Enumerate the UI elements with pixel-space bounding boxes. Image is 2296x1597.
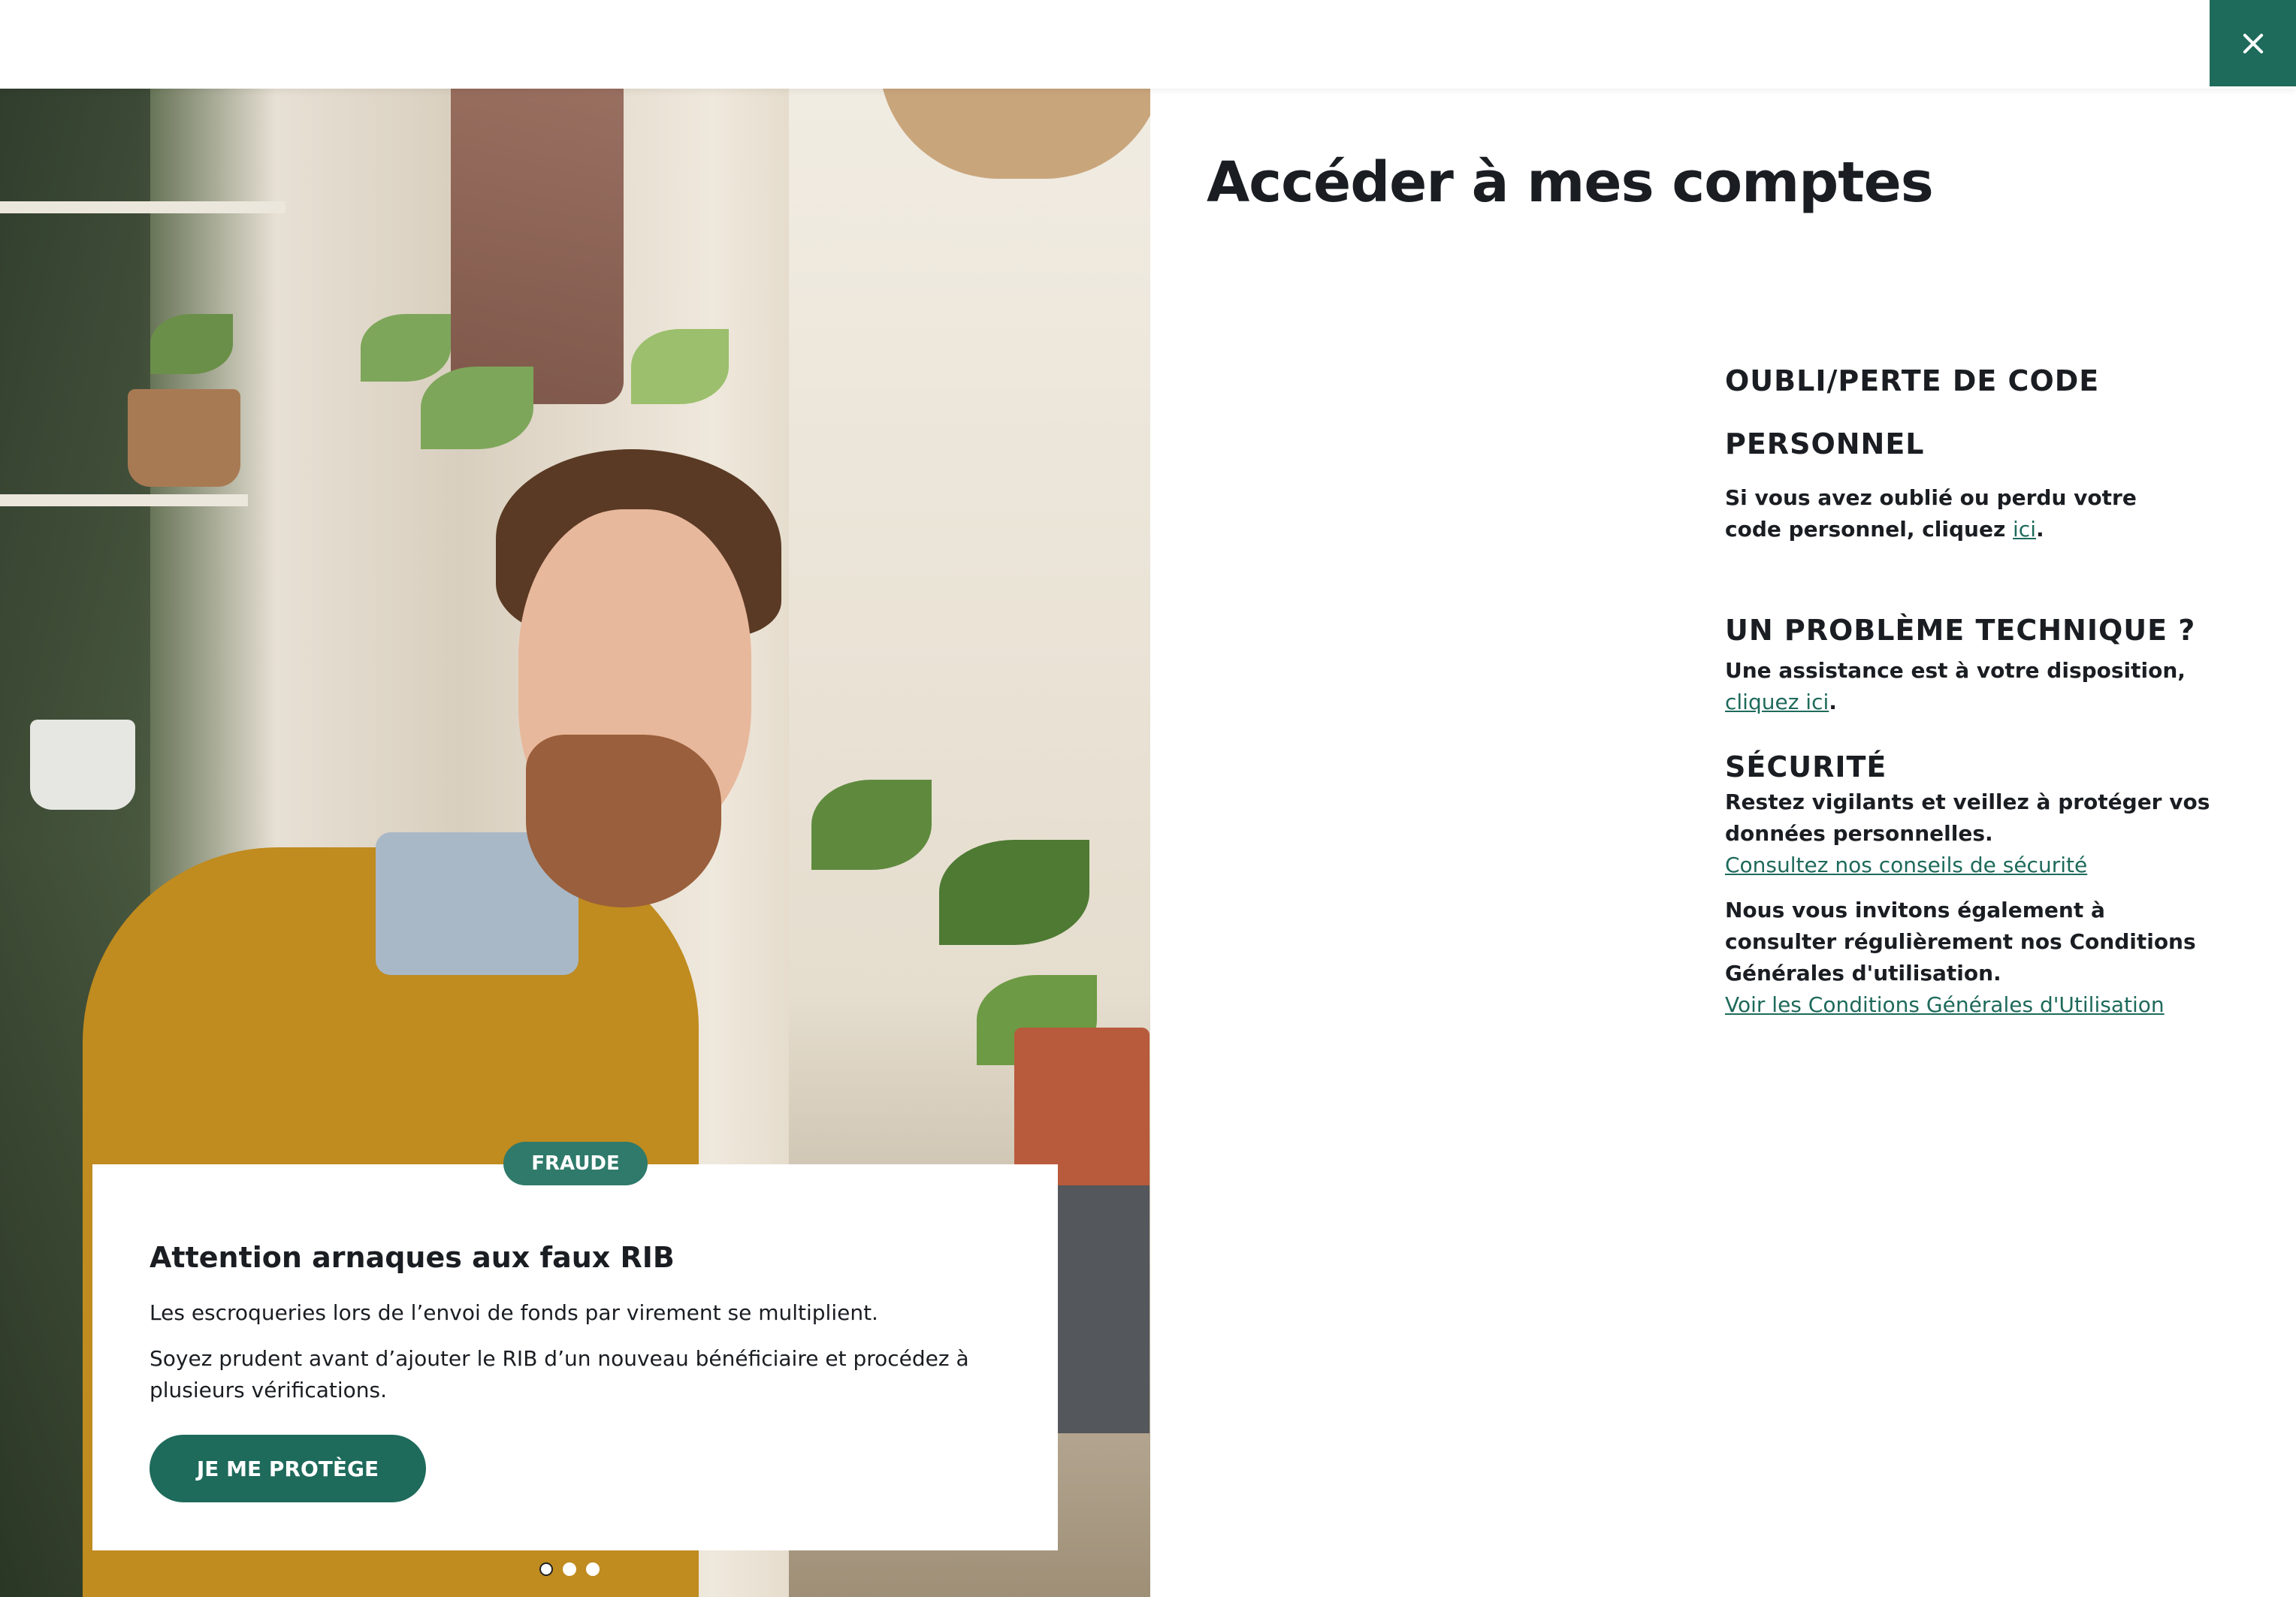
promo-card: Attention arnaques aux faux RIB Les escr… — [92, 1164, 1058, 1550]
promo-title: Attention arnaques aux faux RIB — [150, 1241, 675, 1274]
lost-code-title-2: PERSONNEL — [1725, 427, 1925, 460]
macrame-decoration — [451, 89, 624, 404]
lost-code-section: OUBLI/PERTE DE CODE PERSONNEL Si vous av… — [1725, 361, 2266, 545]
tech-link[interactable]: cliquez ici — [1725, 690, 1829, 714]
protect-button[interactable]: JE ME PROTÈGE — [150, 1435, 426, 1502]
security-section: SÉCURITÉ Restez vigilants et veillez à p… — [1725, 747, 2266, 1021]
page-title: Accéder à mes comptes — [1207, 150, 1934, 215]
promo-text-2: Soyez prudent avant d’ajouter le RIB d’u… — [150, 1346, 969, 1402]
lost-code-link[interactable]: ici — [2013, 517, 2036, 542]
carousel-dot-1[interactable] — [539, 1562, 553, 1576]
promo-text-1: Les escroqueries lors de l’envoi de fond… — [150, 1300, 878, 1325]
security-text-2: Nous vous invitons également à consulter… — [1725, 898, 2196, 986]
carousel-dot-3[interactable] — [586, 1562, 600, 1576]
security-advice-link[interactable]: Consultez nos conseils de sécurité — [1725, 850, 2266, 881]
terms-link[interactable]: Voir les Conditions Générales d'Utilisat… — [1725, 989, 2266, 1021]
category-badge: FRAUDE — [503, 1142, 648, 1185]
close-icon — [2243, 33, 2263, 53]
carousel-dot-2[interactable] — [563, 1562, 576, 1576]
tech-title: UN PROBLÈME TECHNIQUE ? — [1725, 614, 2196, 647]
security-text-1: Restez vigilants et veillez à protéger v… — [1725, 789, 2210, 846]
close-button[interactable] — [2210, 0, 2296, 86]
lost-code-title-1: OUBLI/PERTE DE CODE — [1725, 364, 2100, 397]
tech-text: Une assistance est à votre disposition, — [1725, 658, 2186, 683]
carousel-dots — [539, 1562, 600, 1576]
security-title: SÉCURITÉ — [1725, 750, 1887, 783]
top-bar — [0, 0, 2296, 89]
tech-section: UN PROBLÈME TECHNIQUE ? Une assistance e… — [1725, 610, 2266, 718]
lost-code-text: Si vous avez oublié ou perdu votre code … — [1725, 485, 2137, 542]
